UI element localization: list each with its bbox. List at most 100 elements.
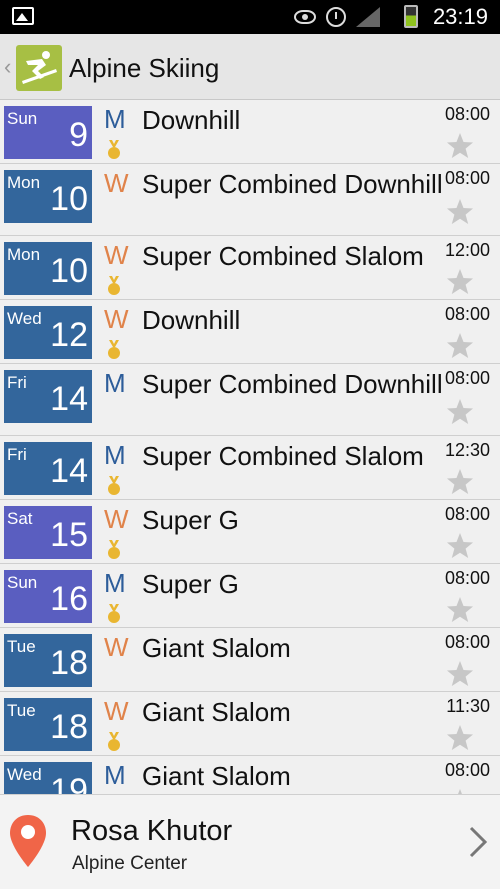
day-number: 18 (50, 644, 88, 682)
event-time: 08:00 (444, 568, 490, 588)
favorite-star-icon[interactable] (446, 198, 474, 226)
day-of-week: Tue (7, 701, 36, 720)
day-of-week: Sat (7, 509, 33, 528)
event-row[interactable]: Wed 12 W Downhill 08:00 (0, 300, 500, 364)
day-of-week: Wed (7, 309, 42, 328)
day-of-week: Fri (7, 373, 27, 392)
gender-label: W (104, 240, 129, 270)
event-row[interactable]: Mon 10 W Super Combined Downhill 08:00 (0, 164, 500, 236)
event-row[interactable]: Tue 18 W Giant Slalom 11:30 (0, 692, 500, 756)
favorite-star-icon[interactable] (446, 468, 474, 496)
gender-label: M (104, 104, 126, 134)
map-pin-icon (10, 815, 46, 867)
event-row[interactable]: Sat 15 W Super G 08:00 (0, 500, 500, 564)
day-of-week: Fri (7, 445, 27, 464)
page-title: Alpine Skiing (69, 53, 220, 83)
event-name: Super G (142, 569, 239, 599)
event-row[interactable]: Fri 14 M Super Combined Downhill 08:00 (0, 364, 500, 436)
favorite-star-icon[interactable] (446, 596, 474, 624)
event-row[interactable]: Sun 9 M Downhill 08:00 (0, 100, 500, 164)
medal-icon (108, 540, 120, 559)
event-name: Super Combined Slalom (142, 441, 424, 471)
status-icons (294, 6, 380, 28)
medal-icon (108, 476, 120, 495)
favorite-star-icon[interactable] (446, 332, 474, 360)
day-of-week: Tue (7, 637, 36, 656)
medal-icon (108, 340, 120, 359)
event-list[interactable]: Sun 9 M Downhill 08:00 Mon 10 W Super Combined D… (0, 100, 500, 794)
gender-label: W (104, 632, 129, 662)
venue-subtitle: Alpine Center (72, 853, 188, 874)
event-name: Downhill (142, 105, 241, 135)
status-bar: 23:19 (0, 0, 500, 34)
day-number: 12 (50, 316, 88, 354)
gender-label: M (104, 368, 126, 398)
favorite-star-icon[interactable] (446, 532, 474, 560)
day-of-week: Sun (7, 573, 38, 592)
smart-stay-eye-icon (294, 10, 316, 24)
date-tile: Fri 14 (4, 370, 92, 423)
event-time: 08:00 (444, 104, 490, 124)
day-of-week: Sun (7, 109, 38, 128)
event-time: 08:00 (444, 368, 490, 388)
day-number: 14 (50, 452, 88, 490)
day-number: 15 (50, 516, 88, 554)
chevron-right-icon[interactable] (468, 825, 488, 859)
gender-label: M (104, 760, 126, 790)
favorite-star-icon[interactable] (446, 268, 474, 296)
day-number: 19 (50, 772, 88, 794)
gender-label: W (104, 304, 129, 334)
date-tile: Wed 12 (4, 306, 92, 359)
event-time: 11:30 (446, 696, 490, 716)
event-row[interactable]: Mon 10 W Super Combined Slalom 12:00 (0, 236, 500, 300)
status-time: 23:19 (432, 4, 488, 29)
event-row[interactable]: Fri 14 M Super Combined Slalom 12:30 (0, 436, 500, 500)
favorite-star-icon[interactable] (446, 132, 474, 160)
day-number: 9 (69, 116, 88, 154)
event-time: 08:00 (444, 168, 490, 188)
event-time: 12:00 (444, 240, 490, 260)
event-time: 08:00 (444, 760, 490, 780)
date-tile: Tue 18 (4, 698, 92, 751)
event-row[interactable]: Tue 18 W Giant Slalom 08:00 (0, 628, 500, 692)
event-time: 08:00 (444, 504, 490, 524)
event-time: 08:00 (444, 304, 490, 324)
event-time: 08:00 (444, 632, 490, 652)
medal-icon (108, 732, 120, 751)
venue-name: Rosa Khutor (71, 815, 233, 847)
event-row[interactable]: Sun 16 M Super G 08:00 (0, 564, 500, 628)
date-tile: Mon 10 (4, 242, 92, 295)
event-name: Super Combined Downhill (142, 169, 443, 199)
alarm-icon (326, 7, 346, 27)
event-row[interactable]: Wed 19 M Giant Slalom 08:00 (0, 756, 500, 794)
action-bar: ‹ Alpine Skiing (0, 34, 500, 100)
event-name: Giant Slalom (142, 633, 291, 663)
favorite-star-icon[interactable] (446, 398, 474, 426)
date-tile: Fri 14 (4, 442, 92, 495)
venue-footer[interactable]: Rosa Khutor Alpine Center (0, 794, 500, 889)
event-name: Downhill (142, 305, 241, 335)
date-tile: Tue 18 (4, 634, 92, 687)
day-number: 10 (50, 252, 88, 290)
date-tile: Mon 10 (4, 170, 92, 223)
day-of-week: Wed (7, 765, 42, 784)
event-name: Giant Slalom (142, 761, 291, 791)
date-tile: Sun 9 (4, 106, 92, 159)
back-chevron-icon[interactable]: ‹ (4, 54, 11, 80)
favorite-star-icon[interactable] (446, 724, 474, 752)
alpine-skiing-sport-icon[interactable] (16, 45, 62, 91)
day-number: 16 (50, 580, 88, 618)
gender-label: W (104, 168, 129, 198)
event-name: Super G (142, 505, 239, 535)
gender-label: M (104, 568, 126, 598)
day-number: 18 (50, 708, 88, 746)
day-number: 14 (50, 380, 88, 418)
gallery-notification-icon (12, 7, 34, 25)
battery-icon (404, 5, 418, 28)
day-number: 10 (50, 180, 88, 218)
gender-label: W (104, 696, 129, 726)
medal-icon (108, 604, 120, 623)
day-of-week: Mon (7, 245, 41, 264)
favorite-star-icon[interactable] (446, 660, 474, 688)
medal-icon (108, 140, 120, 159)
